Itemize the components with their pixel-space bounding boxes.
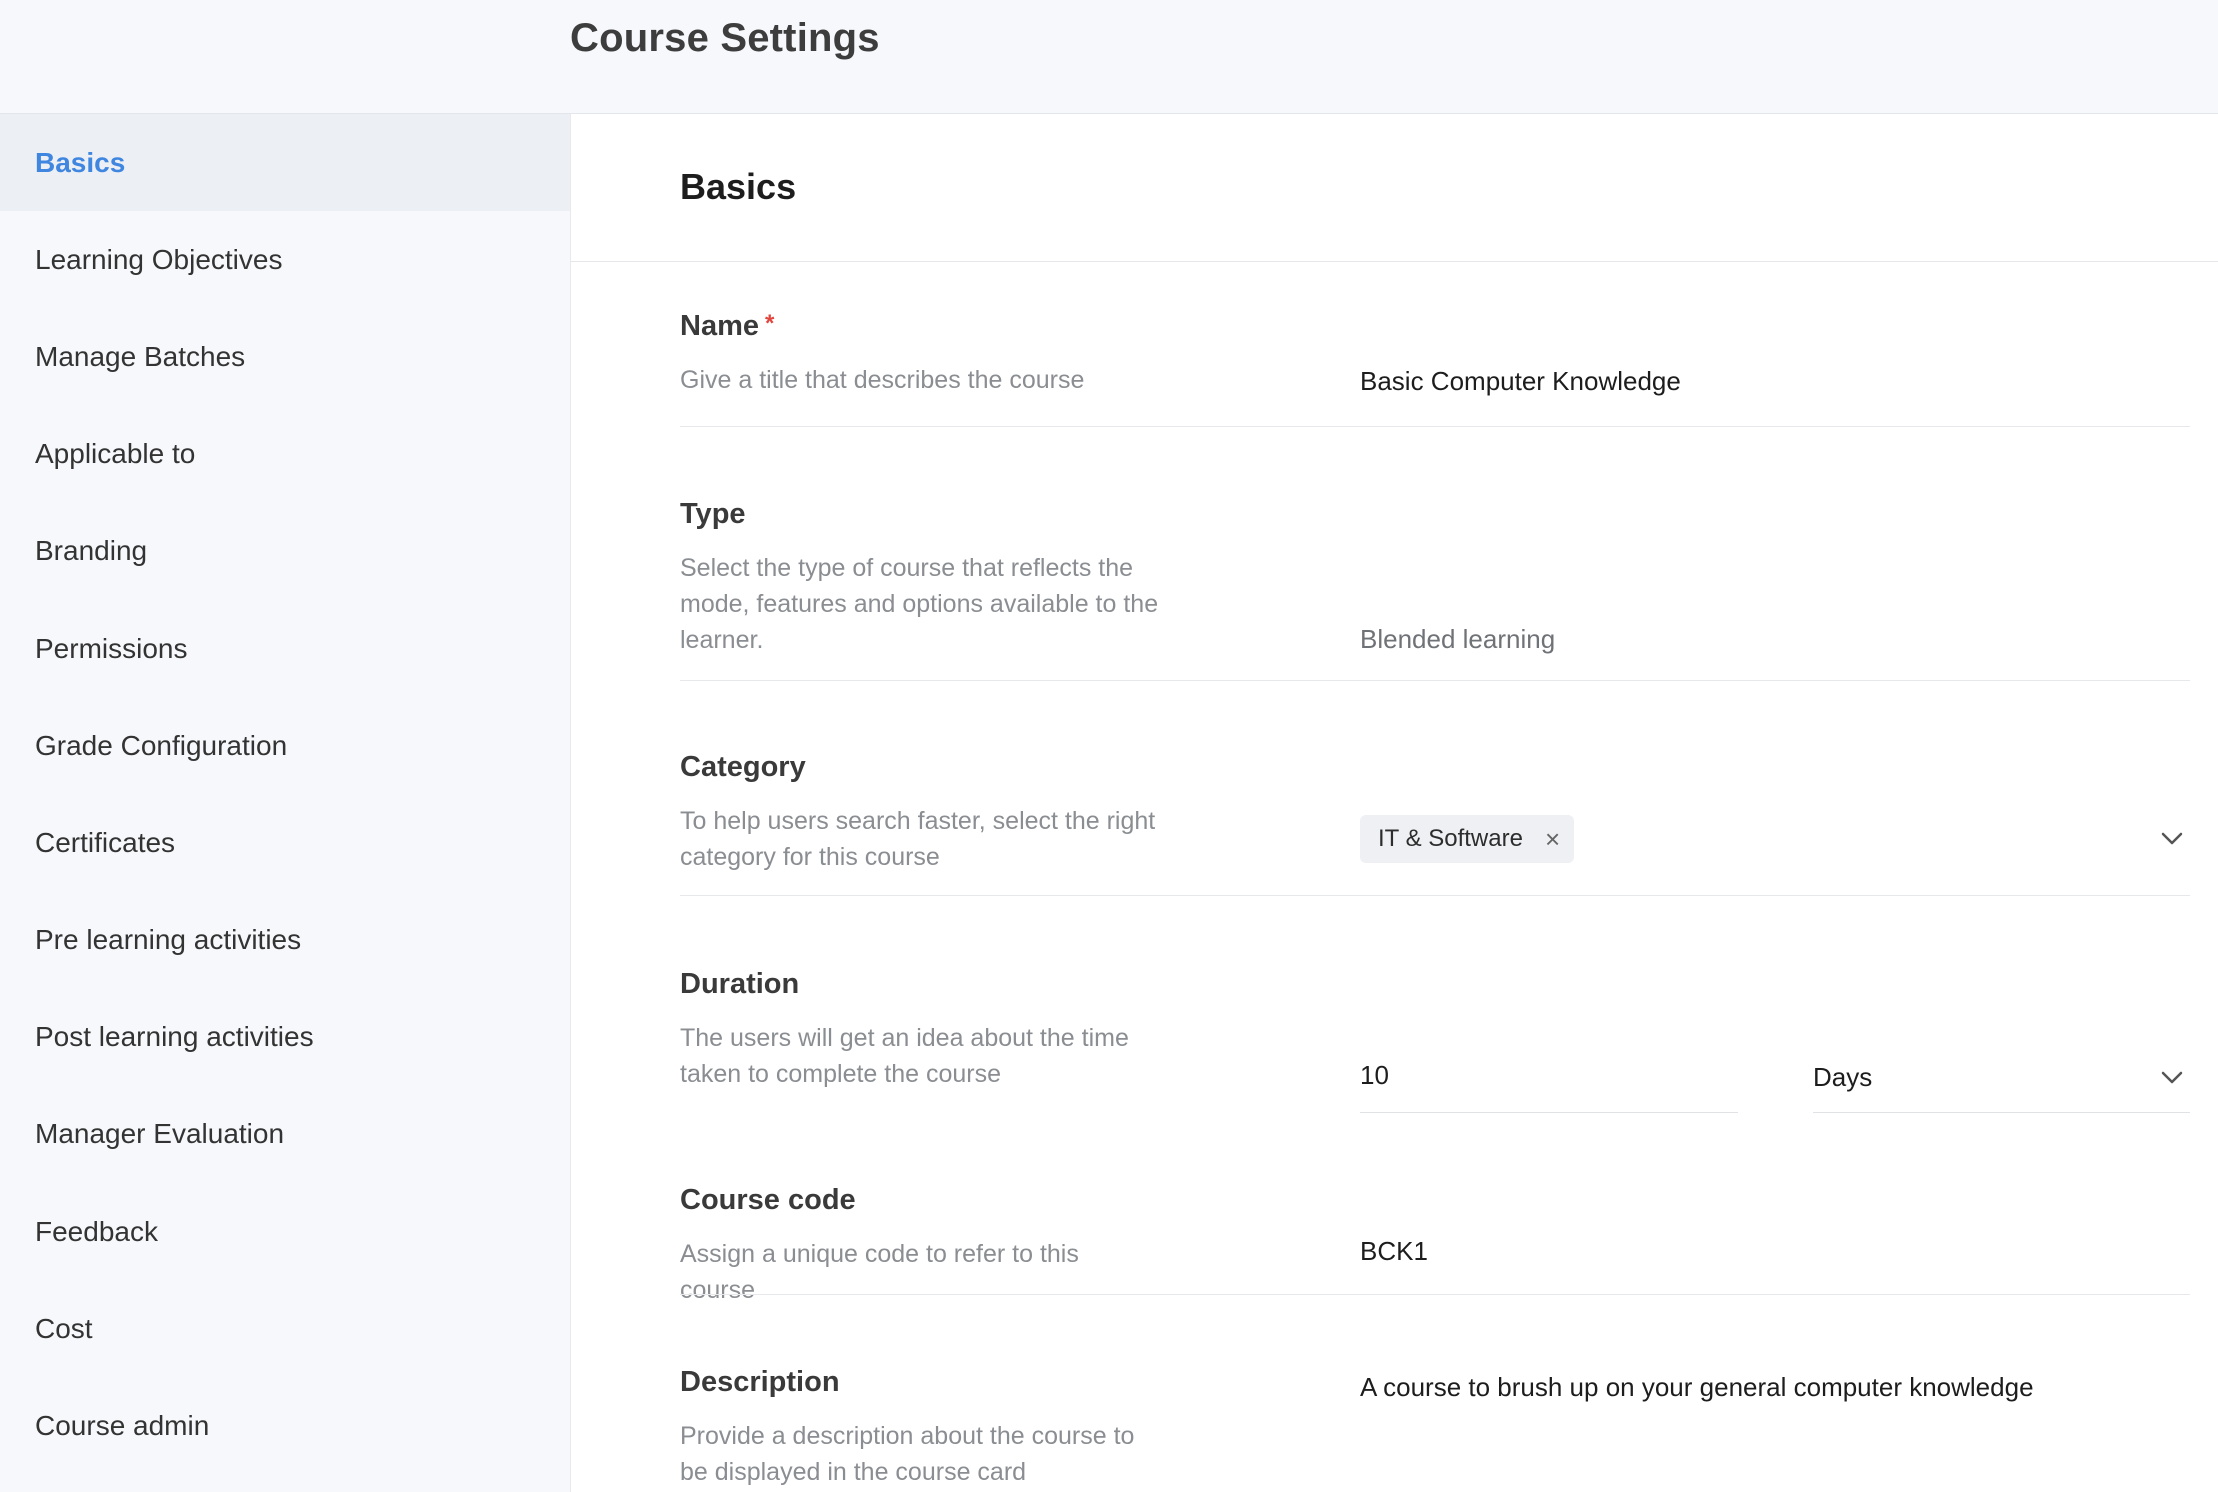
chip-remove-icon[interactable]: × [1545, 824, 1560, 855]
category-chip-label: IT & Software [1378, 825, 1523, 852]
type-row: Type Select the type of course that refl… [680, 498, 2190, 681]
type-value[interactable]: Blended learning [1360, 624, 1555, 655]
sidebar-item-basics[interactable]: Basics [0, 114, 570, 212]
name-label: Name * [680, 310, 774, 343]
top-bar: Course Settings [0, 0, 2218, 114]
divider [680, 1294, 2190, 1295]
sidebar-item-permissions[interactable]: Permissions [0, 600, 570, 697]
required-mark: * [765, 310, 775, 337]
sidebar-item-post-learning-activities[interactable]: Post learning activities [0, 989, 570, 1086]
page-title: Course Settings [570, 16, 880, 60]
category-hint: To help users search faster, select the … [680, 807, 1156, 871]
duration-unit-select[interactable]: Days [1813, 1062, 1872, 1093]
course-code-hint: Assign a unique code to refer to this co… [680, 1240, 1079, 1304]
sidebar-item-course-admin[interactable]: Course admin [0, 1377, 570, 1474]
name-row: Name * Give a title that describes the co… [680, 310, 2190, 427]
duration-input-underline [1360, 1112, 1738, 1113]
name-label-text: Name [680, 310, 759, 342]
settings-content: Basics Name * Give a title that describes… [570, 114, 2218, 1492]
course-code-input[interactable]: BCK1 [1360, 1236, 1428, 1267]
duration-unit-underline [1813, 1112, 2190, 1113]
sidebar-item-applicable-to[interactable]: Applicable to [0, 406, 570, 503]
divider [680, 680, 2190, 681]
sidebar-item-branding[interactable]: Branding [0, 503, 570, 600]
description-input[interactable]: A course to brush up on your general com… [1360, 1372, 2034, 1403]
sidebar-item-certificates[interactable]: Certificates [0, 794, 570, 891]
sidebar-item-feedback[interactable]: Feedback [0, 1183, 570, 1280]
chevron-down-icon[interactable] [2158, 825, 2186, 853]
sidebar-item-learning-objectives[interactable]: Learning Objectives [0, 211, 570, 308]
duration-value-input[interactable]: 10 [1360, 1060, 1389, 1091]
course-code-row: Course code Assign a unique code to refe… [680, 1184, 2190, 1304]
section-title: Basics [680, 166, 797, 207]
type-label: Type [680, 498, 746, 530]
description-row: Description Provide a description about … [680, 1366, 2190, 1492]
section-header: Basics [571, 114, 2218, 262]
duration-row: Duration The users will get an idea abou… [680, 968, 2190, 1113]
divider [680, 895, 2190, 896]
category-row: Category To help users search faster, se… [680, 751, 2190, 896]
sidebar-item-manager-evaluation[interactable]: Manager Evaluation [0, 1086, 570, 1183]
name-hint: Give a title that describes the course [680, 366, 1085, 394]
name-input[interactable]: Basic Computer Knowledge [1360, 366, 1681, 397]
settings-sidebar: Basics Learning Objectives Manage Batche… [0, 114, 570, 1492]
course-code-label: Course code [680, 1184, 856, 1216]
course-settings-page: Course Settings Basics Learning Objectiv… [0, 0, 2218, 1492]
sidebar-item-cost[interactable]: Cost [0, 1280, 570, 1377]
sidebar-item-grade-configuration[interactable]: Grade Configuration [0, 697, 570, 794]
description-hint: Provide a description about the course t… [680, 1422, 1135, 1486]
duration-label: Duration [680, 968, 800, 1000]
type-hint: Select the type of course that reflects … [680, 554, 1159, 654]
divider [680, 426, 2190, 427]
description-label: Description [680, 1366, 840, 1398]
category-chip: IT & Software × [1360, 815, 1575, 863]
category-label: Category [680, 751, 806, 783]
duration-hint: The users will get an idea about the tim… [680, 1024, 1129, 1088]
sidebar-item-pre-learning-activities[interactable]: Pre learning activities [0, 892, 570, 989]
sidebar-item-manage-batches[interactable]: Manage Batches [0, 308, 570, 405]
chevron-down-icon[interactable] [2158, 1064, 2186, 1092]
